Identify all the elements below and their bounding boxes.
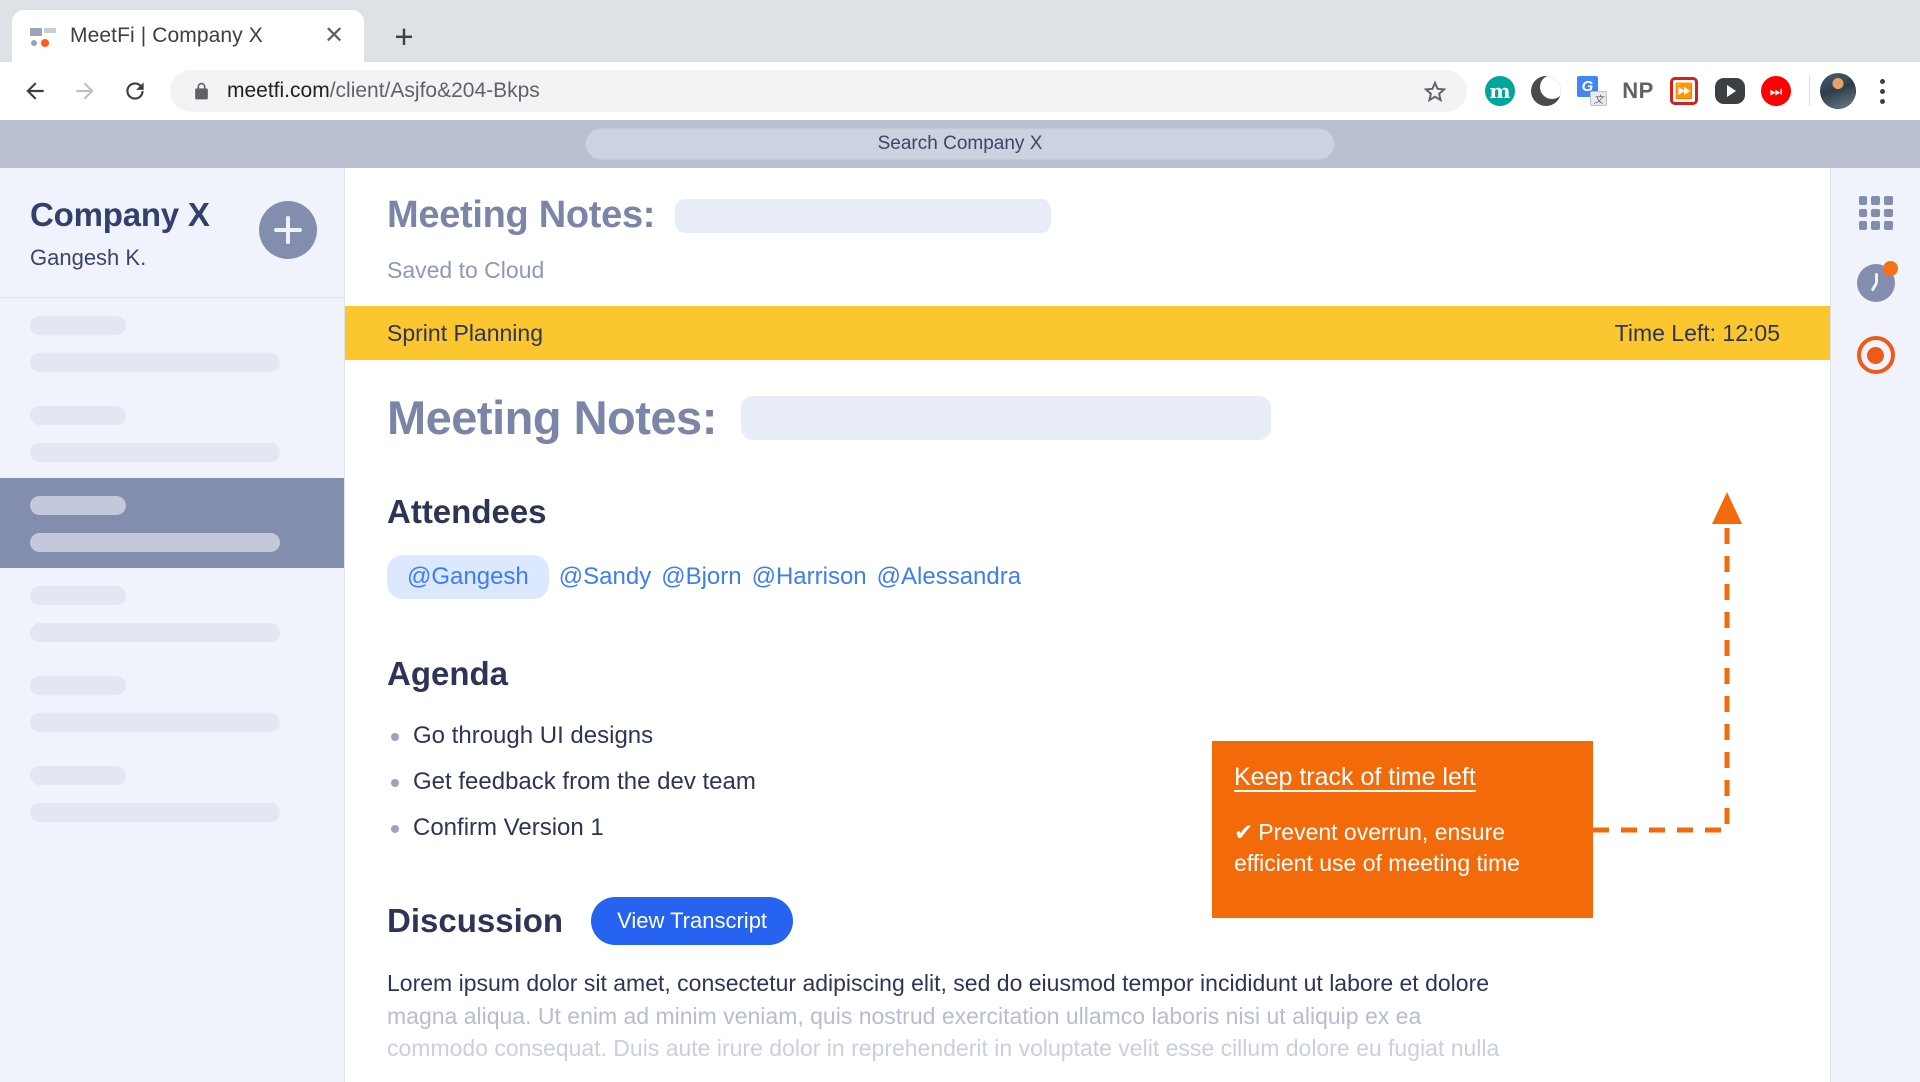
- bookmark-star-icon[interactable]: [1417, 73, 1453, 109]
- sidebar-item-5[interactable]: [0, 658, 344, 748]
- callout-body: ✔ Prevent overrun, ensure efficient use o…: [1234, 817, 1569, 878]
- document-body: Meeting Notes: Attendees @Gangesh @Sandy…: [345, 360, 1830, 1065]
- lock-icon: [192, 82, 211, 101]
- attendee-mention[interactable]: @Bjorn: [661, 563, 741, 591]
- notes-title-row: Meeting Notes:: [387, 390, 1788, 445]
- placeholder-line-long: [30, 353, 280, 372]
- discussion-line-1: Lorem ipsum dolor sit amet, consectetur …: [387, 970, 1490, 996]
- back-button-icon[interactable]: [10, 66, 60, 116]
- search-input[interactable]: Search Company X: [585, 128, 1335, 160]
- mastodon-extension-icon[interactable]: m: [1477, 68, 1523, 114]
- sidebar-header: Company X Gangesh K.: [0, 168, 344, 297]
- placeholder-line-short: [30, 766, 126, 785]
- browser-tab-title: MeetFi | Company X: [70, 24, 263, 47]
- placeholder-line-short: [30, 676, 126, 695]
- view-transcript-button[interactable]: View Transcript: [591, 897, 794, 945]
- reload-button-icon[interactable]: [110, 66, 160, 116]
- browser-tab[interactable]: MeetFi | Company X ✕: [12, 10, 364, 62]
- app-body: Company X Gangesh K. Meeting Notes: Save…: [0, 168, 1920, 1082]
- fast-forward-glyph: ⏩: [1670, 77, 1698, 105]
- placeholder-line-short: [30, 496, 126, 515]
- video-speed-controller-extension-icon[interactable]: ⏩: [1661, 68, 1707, 114]
- document-header: Meeting Notes: Saved to Cloud: [345, 168, 1830, 306]
- discussion-line-3: commodo consequat. Duis aute irure dolor…: [387, 1035, 1500, 1062]
- notes-title: Meeting Notes:: [387, 391, 717, 444]
- right-rail: [1830, 168, 1920, 1082]
- document-title-row: Meeting Notes:: [387, 194, 1790, 237]
- mastodon-glyph: m: [1485, 76, 1515, 106]
- meeting-timer-bar: Sprint Planning Time Left: 12:05: [345, 306, 1830, 360]
- check-icon: ✔: [1234, 819, 1254, 845]
- forward-button-icon[interactable]: [60, 66, 110, 116]
- browser-tabstrip: MeetFi | Company X ✕ +: [0, 0, 1920, 62]
- meetfi-app: Search Company X Company X Gangesh K. Me…: [0, 120, 1920, 1082]
- youtube-extension-icon[interactable]: [1707, 68, 1753, 114]
- browser-chrome: MeetFi | Company X ✕ + meetfi.com/client…: [0, 0, 1920, 120]
- main-content: Meeting Notes: Saved to Cloud Sprint Pla…: [345, 168, 1830, 1082]
- meeting-name: Sprint Planning: [387, 319, 543, 346]
- discussion-heading: Discussion: [387, 902, 564, 939]
- placeholder-line-long: [30, 623, 280, 642]
- attendee-mention[interactable]: @Harrison: [752, 563, 867, 591]
- apps-grid-icon[interactable]: [1858, 196, 1893, 230]
- sidebar-item-6[interactable]: [0, 748, 344, 838]
- new-tab-button[interactable]: +: [382, 14, 426, 58]
- dark-reader-extension-icon[interactable]: [1523, 68, 1569, 114]
- attendee-mention[interactable]: @Gangesh: [387, 555, 549, 599]
- close-tab-icon[interactable]: ✕: [318, 20, 350, 52]
- attendee-mention[interactable]: @Sandy: [559, 563, 651, 591]
- youtube-music-extension-icon[interactable]: ⏭: [1753, 68, 1799, 114]
- translate-char: 文: [1590, 91, 1607, 106]
- placeholder-line-short: [30, 586, 126, 605]
- add-new-button[interactable]: [259, 201, 317, 259]
- np-extension-icon[interactable]: NP: [1615, 68, 1661, 114]
- sidebar-item-2[interactable]: [0, 388, 344, 478]
- np-glyph: NP: [1622, 78, 1654, 103]
- translate-glyph: G文: [1577, 76, 1607, 106]
- placeholder-line-long: [30, 713, 280, 732]
- placeholder-line-short: [30, 316, 126, 335]
- document-title-input[interactable]: [675, 198, 1052, 233]
- toolbar-divider: [1809, 76, 1810, 106]
- app-topbar: Search Company X: [0, 120, 1920, 168]
- browser-menu-icon[interactable]: [1862, 68, 1902, 114]
- url-text: meetfi.com/client/Asjfo&204-Bkps: [227, 79, 540, 102]
- placeholder-line-long: [30, 533, 280, 552]
- discussion-line-2: magna aliqua. Ut enim ad minim veniam, q…: [387, 1002, 1422, 1029]
- save-status: Saved to Cloud: [387, 257, 545, 283]
- profile-avatar[interactable]: [1820, 73, 1856, 109]
- callout-text: Prevent overrun, ensure efficient use of…: [1234, 819, 1520, 876]
- record-icon[interactable]: [1856, 336, 1895, 374]
- agenda-heading: Agenda: [387, 655, 509, 692]
- page-title: Meeting Notes:: [387, 194, 656, 236]
- placeholder-line-short: [30, 406, 126, 425]
- placeholder-line-long: [30, 803, 280, 822]
- notes-title-input[interactable]: [740, 395, 1271, 440]
- sidebar-item-4[interactable]: [0, 568, 344, 658]
- notification-badge: [1882, 261, 1898, 276]
- address-bar[interactable]: meetfi.com/client/Asjfo&204-Bkps: [170, 70, 1467, 112]
- play-glyph: [1715, 78, 1745, 104]
- placeholder-line-long: [30, 443, 280, 462]
- sidebar: Company X Gangesh K.: [0, 168, 345, 1082]
- callout-title: Keep track of time left: [1234, 763, 1476, 791]
- sidebar-item-1[interactable]: [0, 298, 344, 388]
- time-left-label: Time Left: 12:05: [1614, 319, 1780, 346]
- annotation-callout: Keep track of time left ✔ Prevent overrun…: [1212, 741, 1593, 918]
- discussion-body: Lorem ipsum dolor sit amet, consectetur …: [387, 967, 1592, 1065]
- attendees-list: @Gangesh @Sandy @Bjorn @Harrison @Alessa…: [387, 555, 1788, 599]
- attendee-mention[interactable]: @Alessandra: [877, 563, 1021, 591]
- clock-timer-icon[interactable]: [1856, 261, 1898, 302]
- skip-glyph: ⏭: [1761, 76, 1791, 106]
- sidebar-item-3-active[interactable]: [0, 478, 344, 568]
- google-translate-extension-icon[interactable]: G文: [1569, 68, 1615, 114]
- moon-glyph: [1531, 76, 1561, 106]
- attendees-heading: Attendees: [387, 493, 547, 530]
- browser-omnibar: meetfi.com/client/Asjfo&204-Bkps m G文 NP…: [0, 62, 1920, 120]
- meetfi-favicon-icon: [30, 23, 56, 49]
